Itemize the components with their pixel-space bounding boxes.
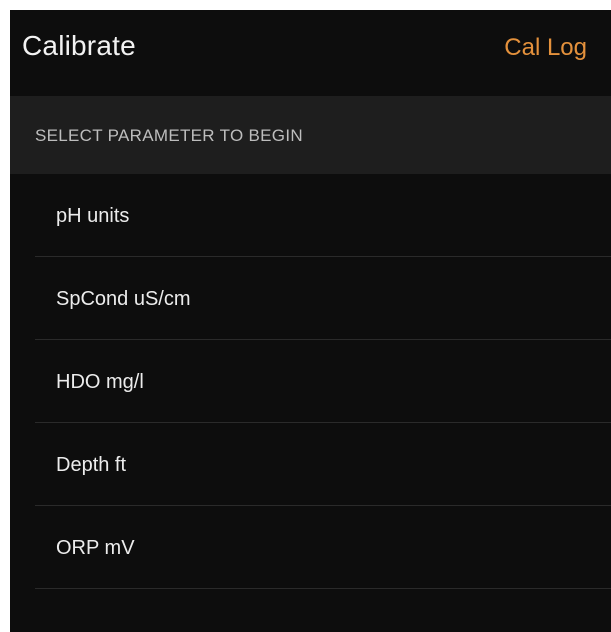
parameter-list: pH units SpCond uS/cm HDO mg/l Depth ft … (10, 174, 611, 589)
parameter-label: ORP mV (56, 537, 135, 559)
parameter-row-ph[interactable]: pH units (10, 174, 611, 257)
parameter-label: SpCond uS/cm (56, 288, 191, 310)
parameter-label: pH units (56, 205, 130, 227)
calibrate-screen: Calibrate Cal Log SELECT PARAMETER TO BE… (10, 10, 611, 632)
parameter-row-hdo[interactable]: HDO mg/l (10, 340, 611, 423)
parameter-label: HDO mg/l (56, 371, 144, 393)
parameter-row-depth[interactable]: Depth ft (10, 423, 611, 506)
parameter-label: Depth ft (56, 454, 127, 476)
cal-log-button[interactable]: Cal Log (504, 34, 587, 62)
parameter-row-spcond[interactable]: SpCond uS/cm (10, 257, 611, 340)
section-header-label: SELECT PARAMETER TO BEGIN (35, 126, 303, 145)
navigation-bar: Calibrate Cal Log (10, 10, 611, 96)
section-header: SELECT PARAMETER TO BEGIN (10, 96, 611, 174)
parameter-row-orp[interactable]: ORP mV (10, 506, 611, 589)
page-title: Calibrate (22, 30, 136, 61)
